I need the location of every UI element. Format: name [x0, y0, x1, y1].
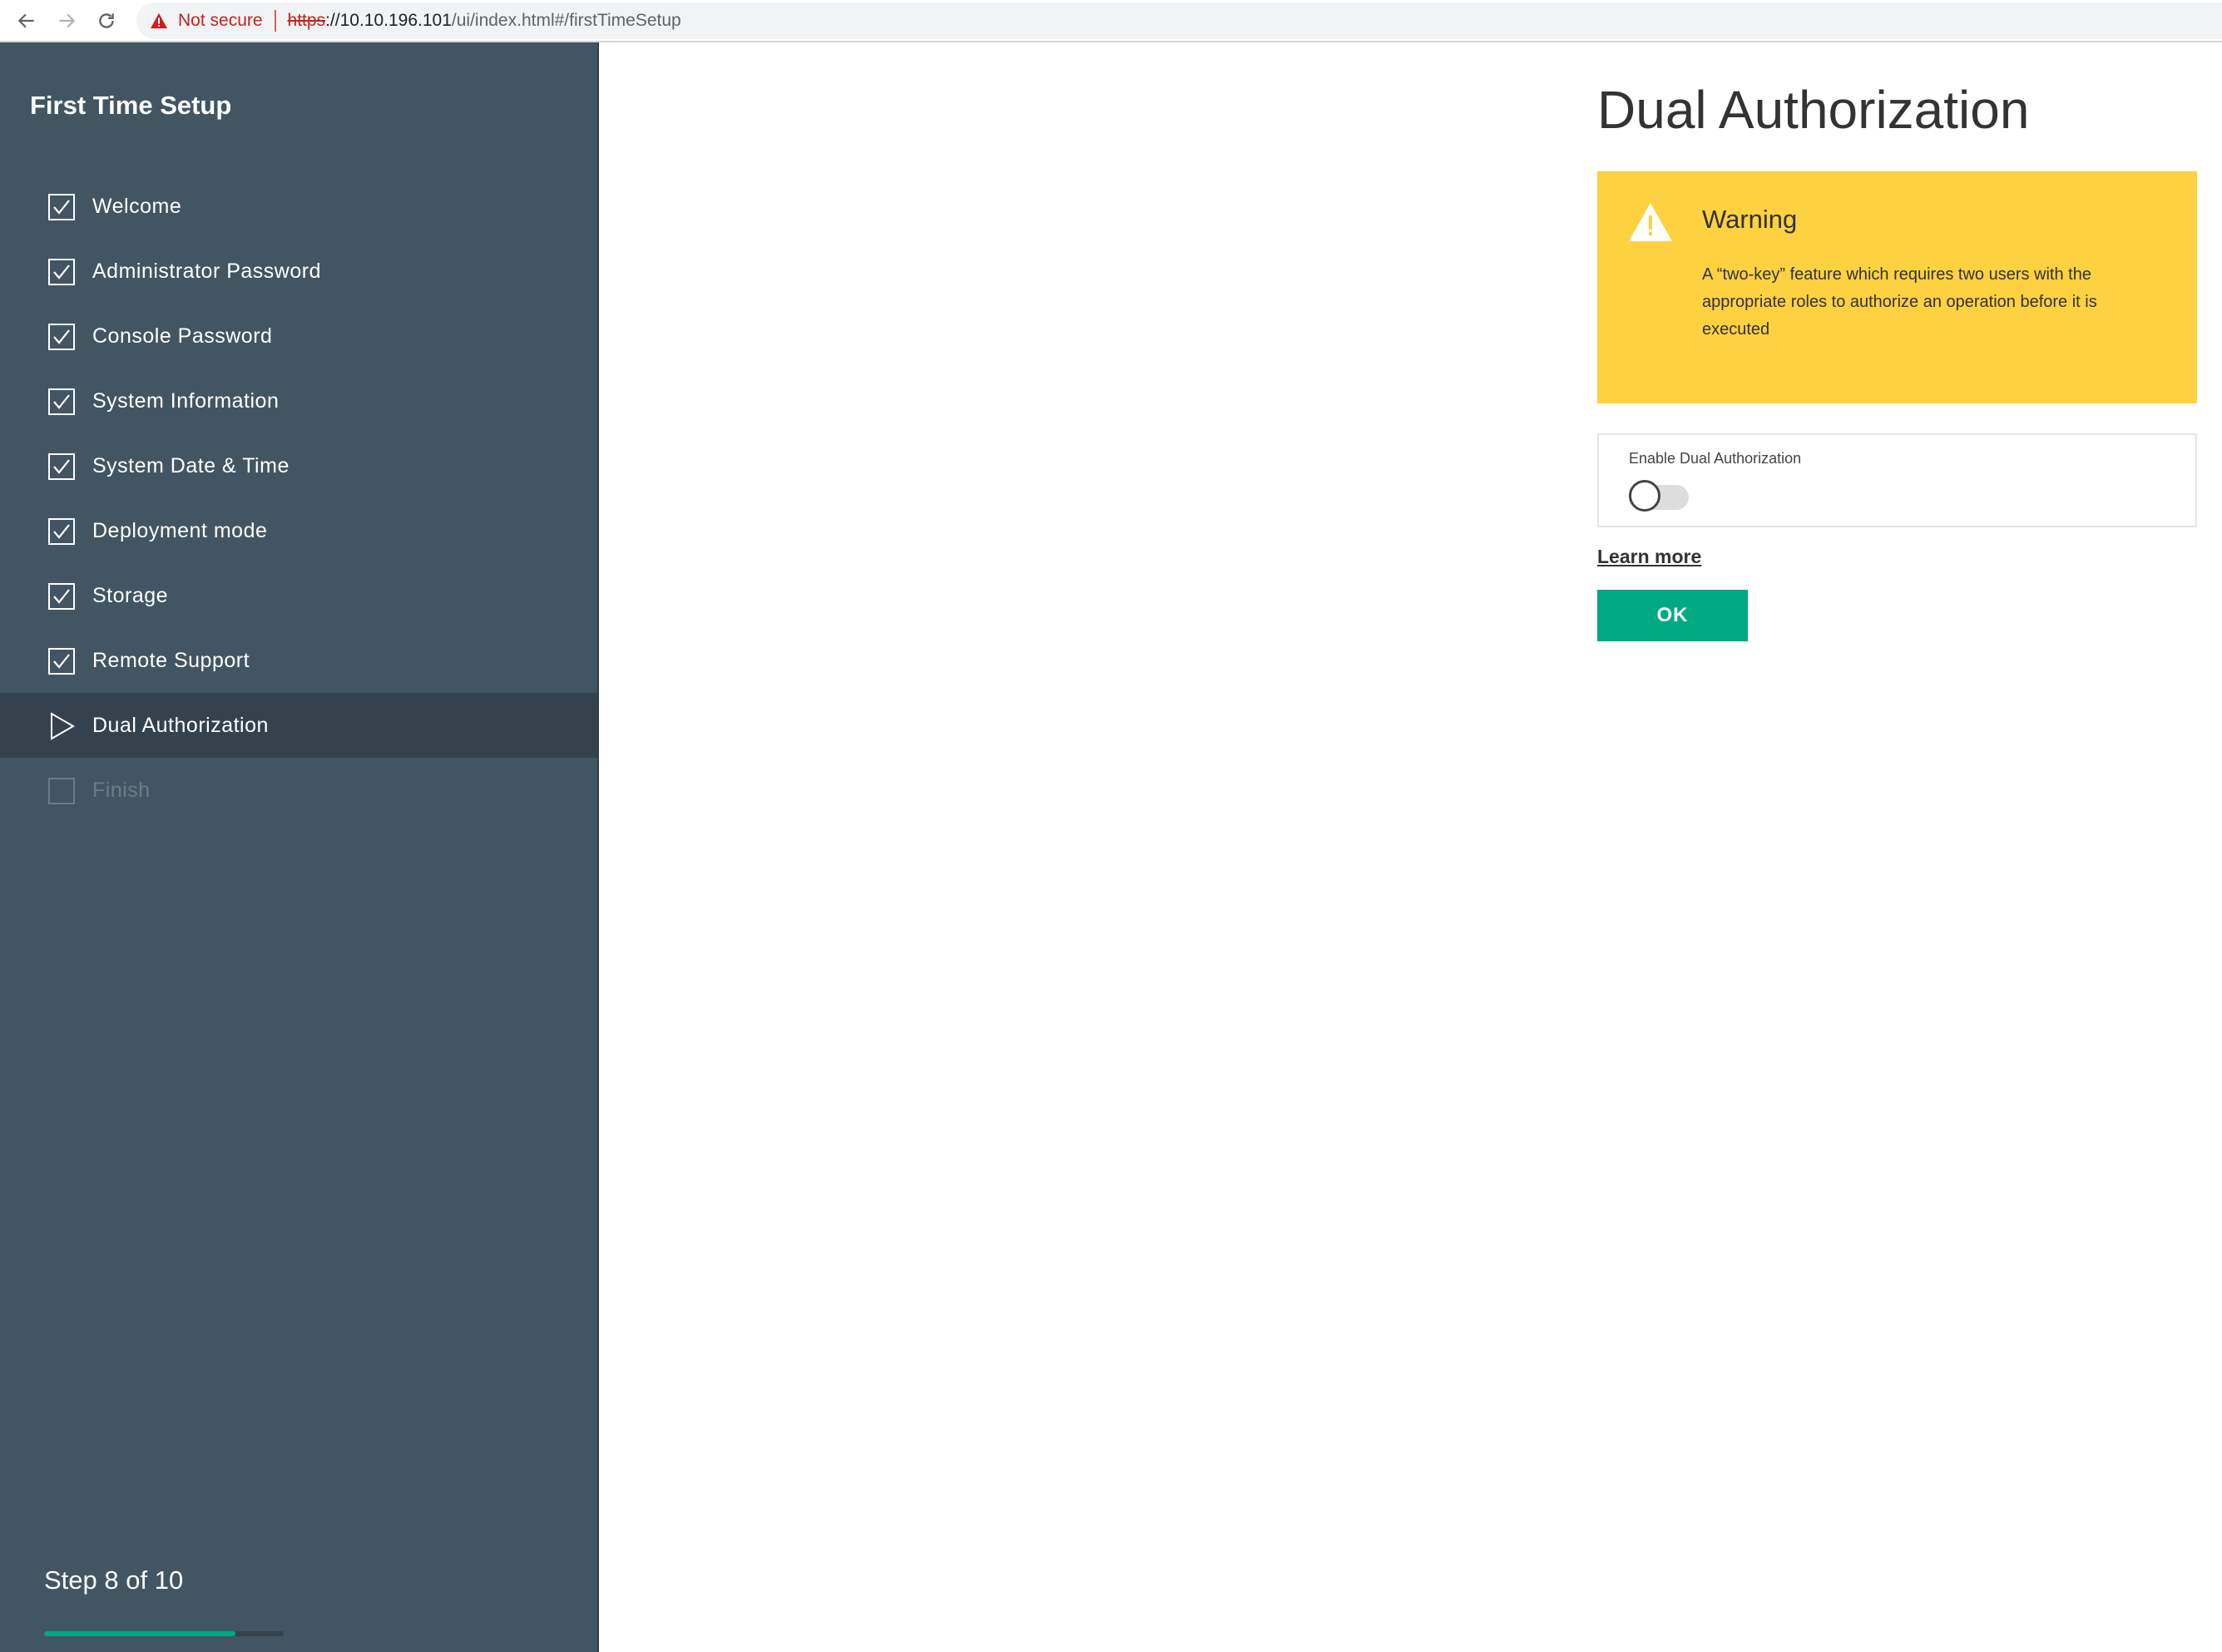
enable-dual-authorization-toggle[interactable] — [1629, 478, 1690, 512]
reload-button[interactable] — [90, 5, 123, 37]
setup-progress-fill — [44, 1631, 236, 1636]
step-label: Dual Authorization — [92, 714, 269, 737]
sidebar-step-finish: Finish — [0, 758, 597, 823]
sidebar-step-administrator-password[interactable]: Administrator Password — [0, 239, 597, 304]
warning-triangle-icon — [151, 12, 167, 29]
sidebar-step-welcome[interactable]: Welcome — [0, 174, 597, 239]
setup-sidebar: First Time Setup Welcome Administrator Pa… — [0, 42, 599, 1652]
step-label: Administrator Password — [92, 260, 321, 283]
checkbox-checked-icon — [48, 259, 75, 285]
step-label: System Information — [92, 389, 280, 413]
step-label: Deployment mode — [92, 519, 268, 542]
sidebar-step-system-date-and-time[interactable]: System Date & Time — [0, 433, 597, 498]
sidebar-step-deployment-mode[interactable]: Deployment mode — [0, 498, 597, 563]
checkbox-checked-icon — [48, 518, 75, 545]
learn-more-link[interactable]: Learn more — [1597, 546, 1701, 568]
page-title: Dual Authorization — [1597, 80, 2030, 140]
arrow-left-icon — [17, 13, 34, 28]
warning-title: Warning — [1702, 205, 1798, 234]
step-counter: Step 8 of 10 — [44, 1565, 184, 1595]
checkbox-checked-icon — [48, 648, 75, 675]
sidebar-step-remote-support[interactable]: Remote Support — [0, 628, 597, 693]
ok-button[interactable]: OK — [1597, 590, 1748, 641]
reload-icon — [99, 13, 114, 28]
checkbox-checked-icon — [48, 453, 75, 480]
warning-icon — [1629, 203, 1672, 241]
step-label: Remote Support — [92, 649, 250, 672]
security-status: Not secure — [178, 11, 263, 30]
url-path: /ui/index.html#/firstTimeSetup — [451, 11, 681, 30]
checkbox-checked-icon — [48, 583, 75, 610]
sidebar-title: First Time Setup — [30, 91, 232, 120]
omnibox-divider — [274, 10, 276, 32]
warning-message: A “two-key” feature which requires two u… — [1702, 265, 2097, 339]
step-label: Console Password — [92, 324, 273, 348]
step-list: Welcome Administrator Password Console Pas… — [0, 174, 597, 823]
toggle-knob — [1629, 480, 1660, 512]
checkbox-empty-icon — [48, 778, 75, 804]
setup-progress-bar — [44, 1631, 284, 1636]
browser-toolbar: Not secure https://10.10.196.101/ui/inde… — [0, 0, 2222, 42]
sidebar-step-system-information[interactable]: System Information — [0, 368, 597, 433]
toggle-label: Enable Dual Authorization — [1629, 450, 1802, 467]
step-label: Welcome — [92, 195, 182, 218]
step-label: Storage — [92, 584, 169, 607]
forward-button[interactable] — [50, 5, 83, 37]
play-arrow-icon — [51, 712, 76, 740]
checkbox-checked-icon — [48, 324, 75, 350]
sidebar-step-dual-authorization[interactable]: Dual Authorization — [0, 693, 597, 758]
address-bar[interactable]: Not secure https://10.10.196.101/ui/inde… — [136, 2, 2222, 39]
step-label: Finish — [92, 779, 151, 802]
arrow-right-icon — [59, 13, 76, 28]
warning-notification: Warning A “two-key” feature which requir… — [1597, 171, 2197, 403]
checkbox-checked-icon — [48, 388, 75, 415]
sidebar-step-storage[interactable]: Storage — [0, 563, 597, 628]
back-button[interactable] — [10, 5, 43, 37]
dual-authorization-setting: Enable Dual Authorization — [1597, 433, 2197, 527]
url-host: ://10.10.196.101 — [325, 11, 452, 30]
url-scheme: https — [287, 11, 326, 30]
step-label: System Date & Time — [92, 454, 290, 477]
checkbox-checked-icon — [48, 194, 75, 220]
sidebar-step-console-password[interactable]: Console Password — [0, 304, 597, 368]
